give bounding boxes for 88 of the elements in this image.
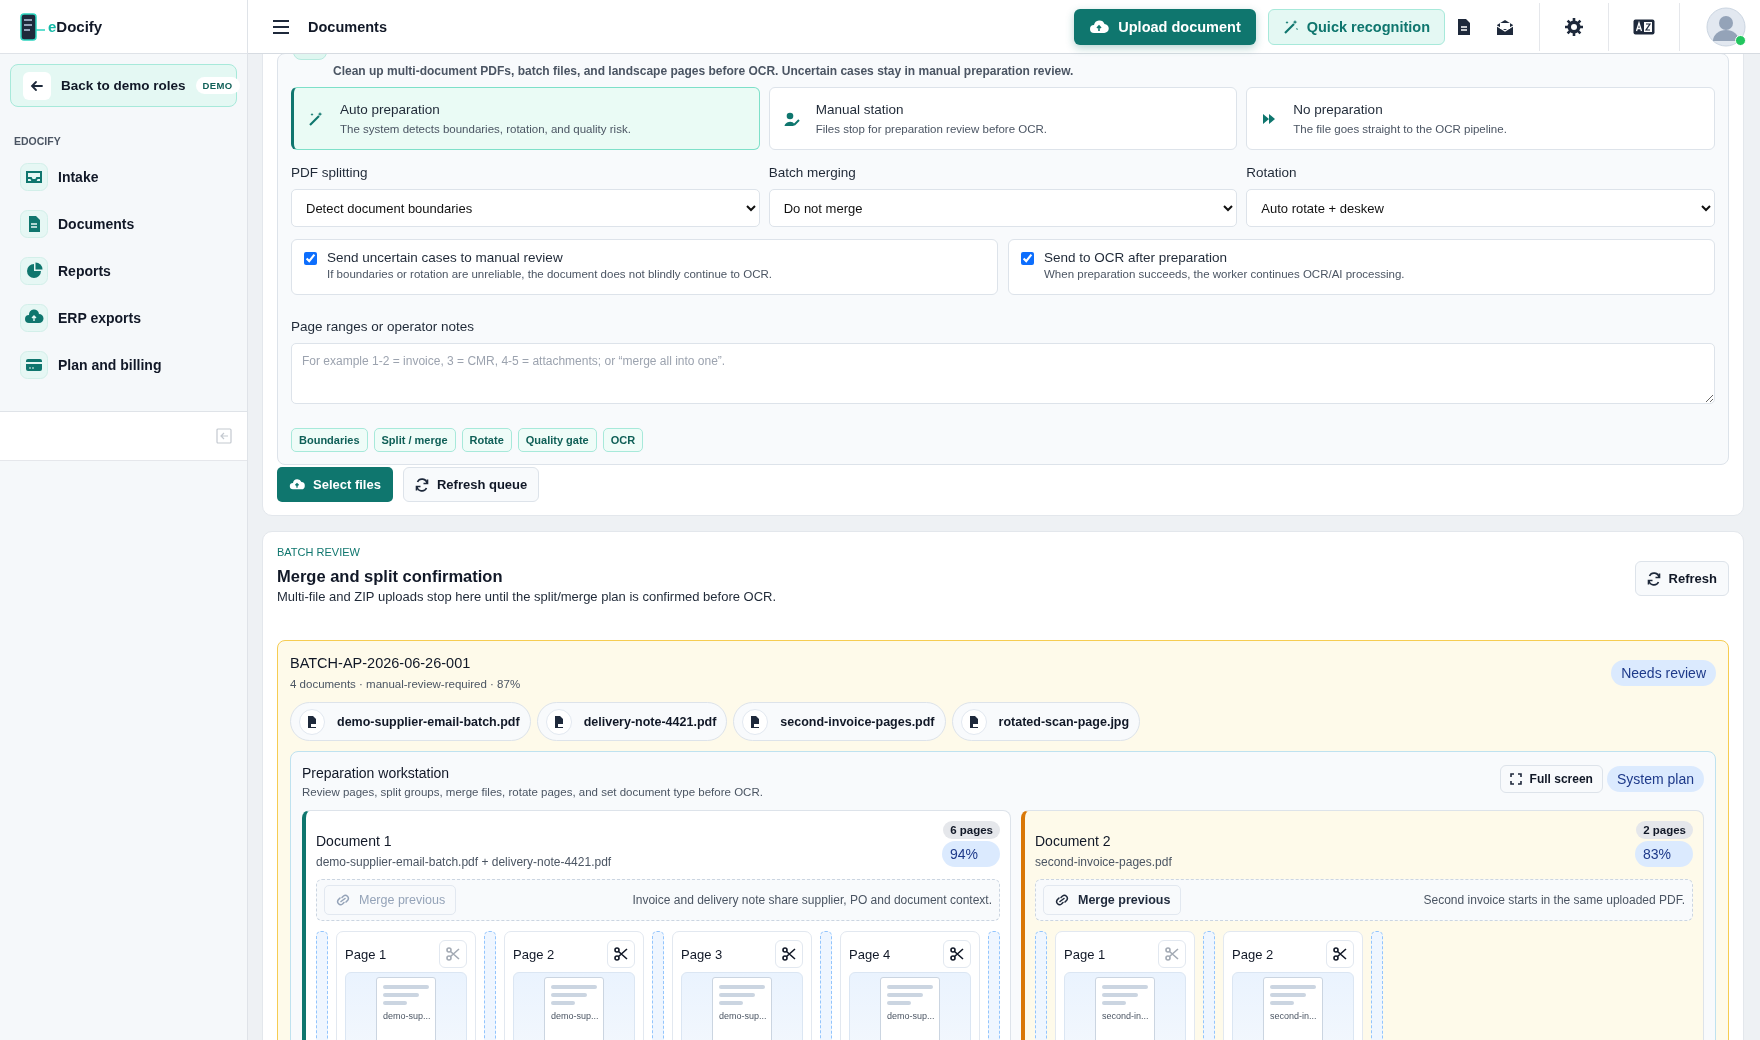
mode-option[interactable]: No preparation The file goes straight to the OCR pipeline.	[1246, 87, 1715, 150]
document-title: Document 1	[316, 833, 393, 849]
full-screen-button[interactable]: Full screen	[1499, 765, 1603, 793]
file-chip[interactable]: delivery-note-4421.pdf	[536, 702, 728, 741]
mode-title: Manual station	[815, 102, 905, 117]
thumbnail-caption: demo-sup...	[719, 1011, 767, 1021]
mode-description: The system detects boundaries, rotation, and quality risk.	[340, 123, 631, 135]
plan-badge: System plan	[1606, 766, 1704, 792]
page-card[interactable]: Page 4 demo-sup...	[840, 931, 980, 1040]
tag: Split / merge	[373, 428, 456, 452]
quick-recognition-button[interactable]: Quick recognition	[1267, 8, 1445, 45]
prep-description: Clean up multi-document PDFs, batch files, and landscape pages before OCR. Uncertain cases stay in manual preparation review.	[333, 64, 1075, 78]
file-chip[interactable]: second-invoice-pages.pdf	[733, 702, 946, 741]
file-chip[interactable]: demo-supplier-email-batch.pdf	[290, 702, 531, 741]
workstation-description: Review pages, split groups, merge files, rotate pages, and set document type before OCR.	[302, 786, 763, 798]
thumbnail-caption: demo-sup...	[887, 1011, 935, 1021]
page-label: Page 3	[681, 946, 723, 962]
nav-item[interactable]: ERP exports	[10, 298, 237, 338]
thumbnail-caption: second-in...	[1102, 1011, 1149, 1021]
brand-name: eDocify	[48, 18, 103, 35]
upload-document-button[interactable]: Upload document	[1074, 8, 1256, 45]
page-card[interactable]: Page 3 demo-sup...	[672, 931, 812, 1040]
thumbnail-caption: demo-sup...	[383, 1011, 431, 1021]
mode-option[interactable]: Manual station Files stop for preparation review before OCR.	[768, 87, 1238, 150]
section-description: Multi-file and ZIP uploads stop here until the split/merge plan is confirmed before OCR.	[277, 589, 777, 604]
merge-previous-button[interactable]: Merge previous	[1043, 885, 1182, 915]
dropdown-field[interactable]: Detect document boundaries	[291, 189, 760, 227]
nav-item[interactable]: Intake	[10, 157, 237, 197]
page-card[interactable]: Page 2 demo-sup...	[504, 931, 644, 1040]
field-label: Rotation	[1246, 165, 1298, 180]
section-label: EDOCIFY	[14, 135, 62, 147]
field-label: Page ranges or operator notes	[291, 319, 476, 334]
confidence-badge: 83%	[1634, 841, 1693, 867]
tag: OCR	[602, 428, 644, 452]
page-count-badge: 2 pages	[1636, 821, 1693, 839]
batch-id: BATCH-AP-2026-06-26-001	[290, 655, 472, 671]
section-eyebrow: BATCH REVIEW	[277, 546, 361, 558]
mode-title: Auto preparation	[340, 102, 441, 117]
select-files-button[interactable]: Select files	[277, 467, 393, 502]
thumbnail-caption: second-in...	[1270, 1011, 1317, 1021]
tag: Rotate	[461, 428, 512, 452]
document-files: second-invoice-pages.pdf	[1035, 855, 1172, 869]
refresh-button[interactable]: Refresh	[1634, 561, 1729, 596]
page-card[interactable]: Page 2 second-in...	[1223, 931, 1363, 1040]
mode-description: Files stop for preparation review before OCR.	[815, 123, 1048, 135]
workstation-title: Preparation workstation	[302, 765, 451, 781]
page-label: Page 2	[513, 946, 555, 962]
page-label: Page 1	[345, 946, 387, 962]
page-label: Page 1	[1064, 946, 1106, 962]
dropdown-field[interactable]: Auto rotate + deskew	[1246, 189, 1715, 227]
nav-item[interactable]: Reports	[10, 251, 237, 291]
status-badge: Needs review	[1611, 660, 1716, 686]
refresh-queue-button[interactable]: Refresh queue	[402, 467, 540, 502]
option-title: Send uncertain cases to manual review	[327, 250, 564, 265]
back-label: Back to demo roles	[61, 78, 186, 93]
tag: Quality gate	[517, 428, 597, 452]
option-card[interactable]: Send to OCR after preparation When preparation succeeds, the worker continues OCR/AI processing.	[1008, 239, 1715, 295]
tag: Boundaries	[291, 428, 368, 452]
page-label: Page 2	[1232, 946, 1274, 962]
field-label: PDF splitting	[291, 165, 369, 180]
confidence-badge: 94%	[941, 841, 1000, 867]
page-card[interactable]: Page 1 demo-sup...	[336, 931, 476, 1040]
document-title: Document 2	[1035, 833, 1112, 849]
mode-title: No preparation	[1293, 102, 1384, 117]
page-count-badge: 6 pages	[943, 821, 1000, 839]
batch-meta: 4 documents · manual-review-required · 87%	[290, 678, 521, 690]
nav-item[interactable]: Plan and billing	[10, 345, 237, 385]
demo-badge: DEMO	[195, 77, 240, 94]
page-card[interactable]: Page 1 second-in...	[1055, 931, 1195, 1040]
option-description: If boundaries or rotation are unreliable, the document does not blindly continue to OCR.	[327, 268, 772, 280]
document-files: demo-supplier-email-batch.pdf + delivery-note-4421.pdf	[316, 855, 612, 869]
mode-option[interactable]: Auto preparation The system detects boundaries, rotation, and quality risk.	[291, 87, 760, 150]
mode-description: The file goes straight to the OCR pipeline.	[1293, 123, 1507, 135]
page-label: Page 4	[849, 946, 891, 962]
field-label: Batch merging	[768, 165, 857, 180]
option-title: Send to OCR after preparation	[1044, 250, 1229, 265]
back-button[interactable]: Back to demo roles DEMO	[10, 64, 237, 107]
notes-field[interactable]: For example 1-2 = invoice, 3 = CMR, 4-5 = attachments; or “merge all into one”.	[291, 343, 1715, 404]
page-title: Documents	[308, 18, 387, 35]
section-title: Merge and split confirmation	[277, 567, 504, 586]
option-description: When preparation succeeds, the worker continues OCR/AI processing.	[1044, 268, 1405, 280]
option-card[interactable]: Send uncertain cases to manual review If boundaries or rotation are unreliable, the document does not blindly continue to OCR.	[291, 239, 998, 295]
thumbnail-caption: demo-sup...	[551, 1011, 599, 1021]
merge-note: Second invoice starts in the same uploaded PDF.	[1423, 893, 1685, 907]
nav-item[interactable]: Documents	[10, 204, 237, 244]
file-chip[interactable]: rotated-scan-page.jpg	[951, 702, 1141, 741]
dropdown-field[interactable]: Do not merge	[768, 189, 1238, 227]
merge-note: Invoice and delivery note share supplier, PO and document context.	[632, 893, 992, 907]
